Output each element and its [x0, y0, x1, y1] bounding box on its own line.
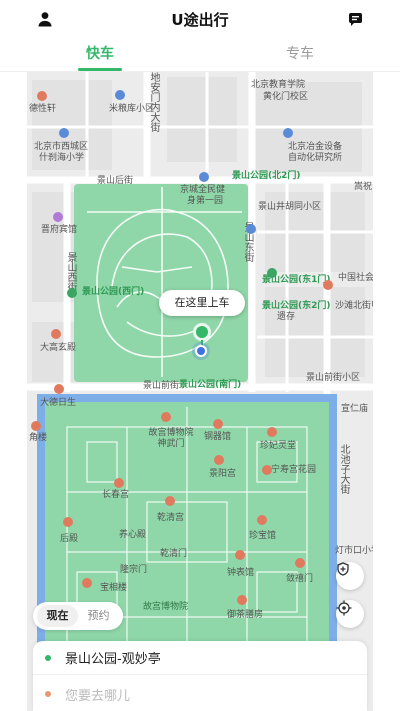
map-label: 宣仁庙 — [341, 404, 369, 414]
poi-marker[interactable] — [295, 558, 305, 568]
map-label: 北京市西城区 — [34, 142, 89, 152]
poi-marker[interactable] — [67, 288, 77, 298]
poi-marker[interactable] — [257, 515, 267, 525]
pickup-location-row[interactable]: 景山公园-观妙亭 — [33, 641, 367, 675]
message-icon[interactable] — [343, 7, 367, 31]
map-label: 景山前街小区 — [306, 373, 361, 383]
poi-marker[interactable] — [199, 172, 209, 182]
destination-placeholder: 您要去哪儿 — [65, 688, 131, 704]
map-label: 钢器馆 — [204, 432, 232, 442]
map-label: 北京冶金设备 — [288, 142, 343, 152]
map-label: 敛禧门 — [286, 574, 314, 584]
ride-type-tabs: 快车 专车 — [0, 38, 400, 72]
map-label: 景山西街 — [65, 252, 76, 292]
poi-marker[interactable] — [262, 465, 272, 475]
map-label: 景山公园(北2门) — [232, 171, 301, 181]
map-label: 景山公园(西门) — [82, 287, 145, 297]
poi-marker[interactable] — [114, 478, 124, 488]
map-label: 遗存 — [277, 312, 296, 322]
poi-marker[interactable] — [267, 268, 277, 278]
map-label: 景山前街 — [143, 381, 180, 391]
map-label: 大高玄殿 — [40, 343, 77, 353]
poi-marker[interactable] — [237, 595, 247, 605]
shield-plus-icon[interactable] — [336, 562, 364, 590]
poi-marker[interactable] — [53, 212, 63, 222]
map-label: 景阳宫 — [209, 469, 237, 479]
map-label: 钟表馆 — [227, 568, 255, 578]
map-label: 晋府宾馆 — [41, 225, 78, 235]
poi-marker[interactable] — [213, 419, 223, 429]
reserve-option[interactable]: 预约 — [78, 605, 119, 627]
map-label: 德性轩 — [29, 104, 57, 114]
map-label: 养心殿 — [119, 530, 147, 540]
poi-marker[interactable] — [37, 91, 47, 101]
map-label: 后殿 — [60, 534, 79, 544]
poi-marker[interactable] — [54, 384, 64, 394]
now-option[interactable]: 现在 — [37, 605, 78, 627]
map-label: 故宫博物院神武门 — [148, 428, 194, 449]
map-label: 乾清宫 — [157, 513, 185, 523]
map-label: 中国社会科学院 — [338, 273, 373, 283]
destination-dot-icon — [45, 691, 51, 697]
map-view[interactable]: 北京教育学院 黄化门校区 米粮库小区 德性轩 北京市西城区 什刹海小学 北京冶金… — [27, 72, 373, 711]
poi-marker[interactable] — [267, 427, 277, 437]
map-label: 景山公园(东2门) — [262, 301, 331, 311]
map-label: 长春宫 — [102, 490, 130, 500]
poi-marker[interactable] — [165, 496, 175, 506]
map-label: 景山公园(南门) — [179, 380, 242, 390]
map-label: 什刹海小学 — [39, 153, 85, 163]
header: U途出行 — [0, 0, 400, 38]
poi-marker[interactable] — [161, 412, 171, 422]
app-title: U途出行 — [171, 10, 229, 29]
map-label: 北京教育学院 — [251, 80, 306, 90]
map-label: 珍宝馆 — [249, 531, 277, 541]
app-screen: U途出行 快车 专车 北京教育学院 黄化门校区 米粮库小区 德性轩 北京市西城区… — [0, 0, 400, 711]
poi-marker[interactable] — [115, 90, 125, 100]
map-label: 珍妃灵堂 — [260, 441, 297, 451]
map-label: 嵩祝 — [354, 182, 373, 192]
current-location-icon — [195, 345, 207, 357]
map-label: 宁寿宫花园 — [271, 465, 317, 475]
tab-premier[interactable]: 专车 — [200, 38, 400, 71]
time-toggle: 现在 预约 — [33, 602, 123, 630]
pickup-pin-icon[interactable] — [193, 323, 211, 341]
poi-marker[interactable] — [214, 455, 224, 465]
pickup-location-text: 景山公园-观妙亭 — [65, 652, 161, 667]
poi-marker[interactable] — [283, 128, 293, 138]
poi-marker[interactable] — [59, 128, 69, 138]
pickup-tooltip[interactable]: 在这里上车 — [159, 290, 245, 316]
map-label: 故宫博物院 — [143, 602, 189, 612]
crosshair-icon[interactable] — [336, 600, 364, 628]
map-label: 自动化研究所 — [288, 153, 343, 163]
map-label: 宝相楼 — [100, 583, 128, 593]
map-label: 景山后街 — [97, 176, 134, 186]
map-label: 景山井胡同小区 — [258, 202, 322, 212]
destination-input[interactable]: 您要去哪儿 — [33, 677, 367, 711]
pickup-dot-icon — [45, 654, 51, 661]
tab-express[interactable]: 快车 — [0, 38, 200, 71]
poi-marker[interactable] — [235, 550, 245, 560]
user-icon[interactable] — [33, 7, 57, 31]
map-label: 黄化门校区 — [263, 92, 309, 102]
poi-marker[interactable] — [63, 517, 73, 527]
map-label: 沙滩北街甲2号 — [335, 301, 373, 311]
poi-marker[interactable] — [82, 578, 92, 588]
route-sheet: 景山公园-观妙亭 您要去哪儿 — [33, 641, 367, 711]
map-label: 地安门内大街 — [148, 72, 159, 132]
map-label: 乾清门 — [160, 549, 188, 559]
map-label: 北池子大街 — [338, 444, 349, 494]
map-label: 身第一园 — [187, 196, 224, 206]
map-label: 灯市口小学 — [335, 546, 373, 556]
poi-marker[interactable] — [51, 329, 61, 339]
poi-marker[interactable] — [323, 280, 333, 290]
map-label: 角楼 — [29, 433, 48, 443]
map-label: 御茶膳房 — [227, 610, 264, 620]
map-label: 大德日生 — [40, 398, 77, 408]
map-label: 隆宗门 — [120, 565, 148, 575]
poi-marker[interactable] — [31, 421, 41, 431]
map-label: 京城全民健 — [180, 185, 226, 195]
poi-marker[interactable] — [246, 224, 256, 234]
